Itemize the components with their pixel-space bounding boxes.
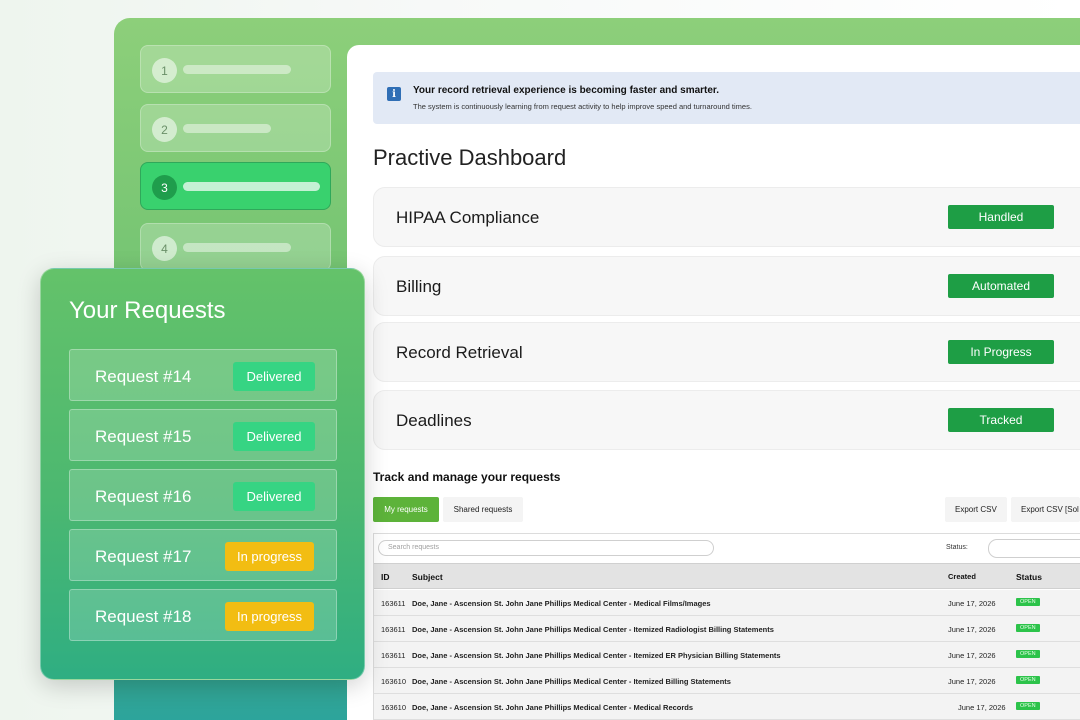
step-number: 1 [152, 58, 177, 83]
step-number: 4 [152, 236, 177, 261]
row-id: 163610 [381, 677, 407, 686]
table-header: ID Subject Created Status [374, 563, 1080, 589]
row-subject[interactable]: Doe, Jane - Ascension St. John Jane Phil… [412, 599, 711, 608]
feature-hipaa: HIPAA Compliance Handled [373, 187, 1080, 247]
step-placeholder-bar [183, 243, 291, 252]
feature-label: Billing [396, 277, 442, 296]
row-id: 163611 [381, 625, 406, 634]
row-created: June 17, 2026 [948, 625, 996, 634]
feature-billing: Billing Automated [373, 256, 1080, 316]
feature-label: HIPAA Compliance [396, 208, 540, 227]
step-3[interactable]: 3 [140, 162, 331, 210]
row-created: June 17, 2026 [948, 651, 996, 660]
request-label: Request #16 [95, 487, 192, 506]
section-title: Track and manage your requests [373, 470, 561, 484]
tab-shared-requests[interactable]: Shared requests [443, 497, 523, 522]
step-placeholder-bar [183, 65, 291, 74]
info-notice: i Your record retrieval experience is be… [373, 72, 1080, 124]
step-2[interactable]: 2 [140, 104, 331, 152]
request-item-16[interactable]: Request #16 Delivered [69, 469, 337, 521]
feature-label: Deadlines [396, 411, 472, 430]
status-badge: Delivered [233, 362, 315, 391]
search-input[interactable]: Search requests [378, 540, 714, 556]
row-created: June 17, 2026 [948, 599, 996, 608]
request-label: Request #18 [95, 607, 192, 626]
notice-subtitle: The system is continuously learning from… [413, 102, 752, 111]
feature-deadlines: Deadlines Tracked [373, 390, 1080, 450]
request-item-18[interactable]: Request #18 In progress [69, 589, 337, 641]
step-placeholder-bar [183, 182, 320, 191]
column-created[interactable]: Created [948, 572, 976, 581]
status-filter-select[interactable] [988, 539, 1080, 558]
row-id: 163610 [381, 703, 407, 712]
status-badge: Delivered [233, 482, 315, 511]
status-badge: Delivered [233, 422, 315, 451]
status-badge: In Progress [948, 340, 1054, 364]
step-number: 3 [152, 175, 177, 200]
status-badge: In progress [225, 602, 314, 631]
row-subject[interactable]: Doe, Jane - Ascension St. John Jane Phil… [412, 625, 774, 634]
requests-table: Search requests Status: ID Subject Creat… [373, 533, 1080, 720]
row-status-badge: OPEN [1016, 702, 1040, 710]
row-id: 163611 [381, 599, 406, 608]
table-row[interactable]: 163611 Doe, Jane - Ascension St. John Ja… [374, 590, 1080, 616]
status-badge: Handled [948, 205, 1054, 229]
table-row[interactable]: 163610 Doe, Jane - Ascension St. John Ja… [374, 668, 1080, 694]
table-row[interactable]: 163611 Doe, Jane - Ascension St. John Ja… [374, 616, 1080, 642]
row-created: June 17, 2026 [948, 677, 996, 686]
export-csv-sol-button[interactable]: Export CSV [Sol [1011, 497, 1080, 522]
row-status-badge: OPEN [1016, 598, 1040, 606]
column-subject[interactable]: Subject [412, 572, 443, 582]
tab-my-requests[interactable]: My requests [373, 497, 439, 522]
your-requests-card: Your Requests Request #14 Delivered Requ… [40, 268, 365, 680]
notice-title: Your record retrieval experience is beco… [413, 85, 720, 96]
dashboard-card: i Your record retrieval experience is be… [347, 45, 1080, 720]
row-subject[interactable]: Doe, Jane - Ascension St. John Jane Phil… [412, 703, 693, 712]
request-item-14[interactable]: Request #14 Delivered [69, 349, 337, 401]
feature-label: Record Retrieval [396, 343, 523, 362]
export-csv-button[interactable]: Export CSV [945, 497, 1007, 522]
request-label: Request #14 [95, 367, 192, 386]
status-badge: In progress [225, 542, 314, 571]
step-placeholder-bar [183, 124, 271, 133]
table-row[interactable]: 163611 Doe, Jane - Ascension St. John Ja… [374, 642, 1080, 668]
request-item-15[interactable]: Request #15 Delivered [69, 409, 337, 461]
column-id[interactable]: ID [381, 572, 390, 582]
row-created: June 17, 2026 [958, 703, 1006, 712]
status-badge: Automated [948, 274, 1054, 298]
column-status[interactable]: Status [1016, 572, 1042, 582]
row-subject[interactable]: Doe, Jane - Ascension St. John Jane Phil… [412, 651, 781, 660]
status-badge: Tracked [948, 408, 1054, 432]
step-4[interactable]: 4 [140, 223, 331, 271]
row-id: 163611 [381, 651, 406, 660]
request-label: Request #17 [95, 547, 192, 566]
step-number: 2 [152, 117, 177, 142]
row-subject[interactable]: Doe, Jane - Ascension St. John Jane Phil… [412, 677, 731, 686]
status-filter-label: Status: [946, 544, 968, 551]
step-1[interactable]: 1 [140, 45, 331, 93]
row-status-badge: OPEN [1016, 676, 1040, 684]
requests-title: Your Requests [69, 297, 226, 324]
info-icon: i [387, 87, 401, 101]
row-status-badge: OPEN [1016, 624, 1040, 632]
table-row[interactable]: 163610 Doe, Jane - Ascension St. John Ja… [374, 694, 1080, 720]
feature-record-retrieval: Record Retrieval In Progress [373, 322, 1080, 382]
row-status-badge: OPEN [1016, 650, 1040, 658]
page-title: Practive Dashboard [373, 145, 567, 170]
request-item-17[interactable]: Request #17 In progress [69, 529, 337, 581]
request-label: Request #15 [95, 427, 192, 446]
